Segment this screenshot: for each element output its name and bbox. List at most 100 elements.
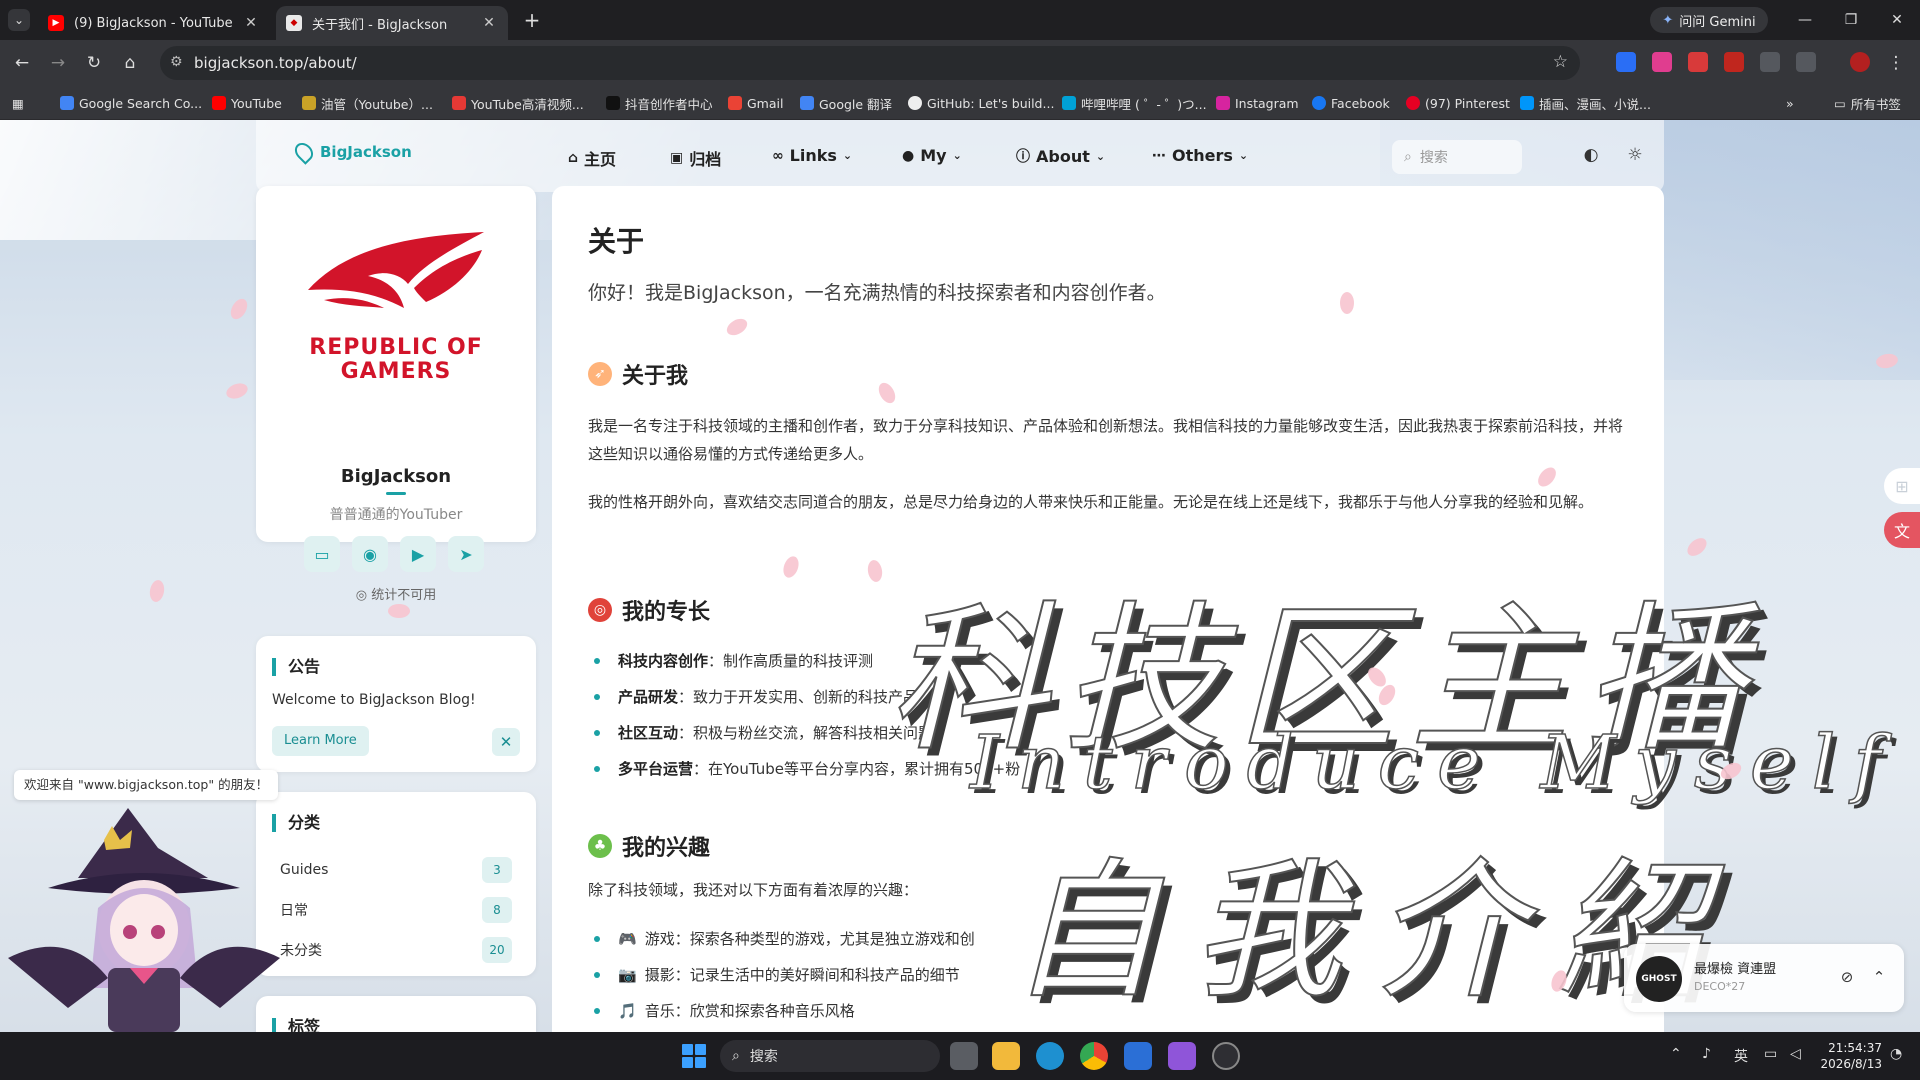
profile-avatar[interactable]: [1850, 52, 1870, 72]
taskbar-search[interactable]: ⌕ 搜索: [720, 1040, 940, 1072]
bookmark-item[interactable]: 油管（Youtube）...: [302, 94, 433, 112]
facebook-icon: [1312, 96, 1326, 110]
nav-links[interactable]: ∞ Links ⌄: [772, 146, 852, 165]
bookmark-item[interactable]: Google Search Co...: [60, 94, 202, 112]
all-bookmarks[interactable]: ▭ 所有书签: [1834, 94, 1901, 112]
learn-more-button[interactable]: Learn More: [272, 726, 369, 756]
apps-grid-icon[interactable]: ▦: [12, 94, 24, 112]
category-item[interactable]: Guides 3: [280, 856, 512, 884]
app-cat-icon[interactable]: [1168, 1042, 1196, 1070]
bookmark-item[interactable]: Facebook: [1312, 94, 1390, 112]
address-bar[interactable]: ⚙ bigjackson.top/about/ ☆: [160, 46, 1580, 80]
translate-icon[interactable]: 文: [1884, 512, 1920, 548]
edge-icon[interactable]: [1036, 1042, 1064, 1070]
chrome-icon[interactable]: [1080, 1042, 1108, 1070]
bookmark-item[interactable]: Google 翻译: [800, 94, 892, 112]
task-view-icon[interactable]: [950, 1042, 978, 1070]
bookmark-item[interactable]: (97) Pinterest: [1406, 94, 1510, 112]
reload-icon[interactable]: ↻: [82, 51, 106, 75]
list-item: 社区互动 ：积极与粉丝交流，解答科技相关问题: [588, 722, 933, 743]
chevron-up-icon[interactable]: ⌃: [1868, 966, 1890, 988]
article-card: 关于 你好！我是BigJackson，一名充满热情的科技探索者和内容创作者。 ➶…: [552, 186, 1664, 1032]
bilibili-icon[interactable]: ▭: [304, 536, 340, 572]
forward-arrow-icon[interactable]: →: [46, 51, 70, 75]
close-icon[interactable]: ✕: [492, 728, 520, 756]
section-heading-about: ➶ 关于我: [588, 358, 688, 390]
tags-card: 标签: [256, 996, 536, 1032]
extension-puzzle-icon[interactable]: [1652, 52, 1672, 72]
extension-red-icon[interactable]: [1724, 52, 1744, 72]
windows-start-icon[interactable]: [682, 1044, 706, 1068]
bookmark-item[interactable]: GitHub: Let's build...: [908, 94, 1054, 112]
extension-shield-icon[interactable]: [1616, 52, 1636, 72]
category-item[interactable]: 未分类 20: [280, 936, 512, 964]
extension-home-icon[interactable]: [1760, 52, 1780, 72]
tab-search-chevron-icon[interactable]: ⌄: [8, 9, 30, 31]
instagram-icon: [1216, 96, 1230, 110]
nav-archive[interactable]: ▣ 归档: [670, 146, 721, 170]
microphone-icon[interactable]: ♪: [1702, 1046, 1711, 1062]
list-item-bold: 产品研发: [618, 688, 679, 706]
site-info-tune-icon[interactable]: ⚙: [170, 54, 183, 70]
palette-icon[interactable]: ◐: [1580, 144, 1602, 166]
nav-about[interactable]: ⓘ About ⌄: [1016, 146, 1105, 166]
bookmark-item[interactable]: YouTube高清视频...: [452, 94, 584, 112]
ime-indicator[interactable]: 英: [1734, 1046, 1748, 1066]
store-icon[interactable]: [1124, 1042, 1152, 1070]
nav-others[interactable]: ⋯ Others ⌄: [1152, 146, 1248, 165]
tab-about[interactable]: ◆ 关于我们 - BigJackson ✕: [276, 6, 508, 40]
witch-mascot-icon[interactable]: [8, 808, 280, 1032]
site-search[interactable]: ⌕ 搜索: [1392, 140, 1522, 174]
tab-close-icon[interactable]: ✕: [242, 15, 260, 31]
category-item[interactable]: 日常 8: [280, 896, 512, 924]
bookmark-item[interactable]: Gmail: [728, 94, 783, 112]
volume-icon[interactable]: ◁: [1790, 1046, 1801, 1062]
system-clock[interactable]: 21:54:37 2026/8/13: [1812, 1040, 1882, 1072]
bookmarks-overflow-icon[interactable]: »: [1786, 94, 1794, 112]
close-window-icon[interactable]: ✕: [1882, 8, 1912, 32]
back-arrow-icon[interactable]: ←: [10, 51, 34, 75]
petal: [227, 295, 251, 323]
extensions-menu-icon[interactable]: [1796, 52, 1816, 72]
gemini-button[interactable]: ✦ 问问 Gemini: [1650, 7, 1768, 33]
home-icon[interactable]: ⌂: [118, 51, 142, 75]
petal: [224, 380, 250, 402]
tab-close-icon[interactable]: ✕: [480, 15, 498, 31]
bookmark-item[interactable]: 抖音创作者中心: [606, 94, 713, 112]
notice-title: 公告: [272, 658, 320, 676]
sun-theme-icon[interactable]: ☼: [1624, 144, 1646, 166]
restore-icon[interactable]: ❐: [1836, 8, 1866, 32]
bookmark-label: Instagram: [1235, 95, 1299, 111]
nav-home[interactable]: ⌂ 主页: [568, 146, 616, 170]
tray-chevron-up-icon[interactable]: ⌃: [1670, 1046, 1682, 1062]
notice-card: 公告 Welcome to BigJackson Blog! Learn Mor…: [256, 636, 536, 772]
bookmark-item[interactable]: Instagram: [1216, 94, 1299, 112]
notification-bell-icon[interactable]: ◔: [1890, 1046, 1902, 1062]
user-icon: ●: [902, 147, 915, 164]
category-count: 8: [482, 897, 512, 923]
gamepad-icon: 🎮: [618, 929, 637, 948]
youtube-icon[interactable]: ▶: [400, 536, 436, 572]
network-icon[interactable]: ▭: [1764, 1046, 1777, 1062]
hide-eye-slash-icon[interactable]: ⊘: [1836, 966, 1858, 988]
browser-menu-kebab-icon[interactable]: ⋮: [1884, 51, 1908, 75]
bookmark-star-icon[interactable]: ☆: [1553, 52, 1568, 72]
taskbar-search-label: 搜索: [749, 1049, 778, 1065]
bookmark-item[interactable]: YouTube: [212, 94, 282, 112]
site-brand[interactable]: BigJackson: [291, 139, 412, 165]
nav-my[interactable]: ● My ⌄: [902, 146, 962, 165]
bookmark-label: 油管（Youtube）...: [321, 96, 433, 112]
file-explorer-icon[interactable]: [992, 1042, 1020, 1070]
extension-badge-icon[interactable]: [1688, 52, 1708, 72]
tab-strip: ⌄ ▶ (9) BigJackson - YouTube ✕ ◆ 关于我们 - …: [0, 0, 1920, 40]
app-circle-icon[interactable]: [1212, 1042, 1240, 1070]
bookmark-item[interactable]: 哔哩哔哩 ( ゜- ゜)つ...: [1062, 94, 1207, 112]
telegram-icon[interactable]: ➤: [448, 536, 484, 572]
new-tab-plus-icon[interactable]: +: [520, 8, 544, 32]
app-grid-icon[interactable]: ⊞: [1884, 468, 1920, 504]
github-icon[interactable]: ◉: [352, 536, 388, 572]
album-cover[interactable]: GHOST: [1636, 956, 1682, 1002]
tab-youtube[interactable]: ▶ (9) BigJackson - YouTube ✕: [38, 6, 270, 40]
bookmark-item[interactable]: 插画、漫画、小说...: [1520, 94, 1651, 112]
minimize-icon[interactable]: —: [1790, 8, 1820, 32]
